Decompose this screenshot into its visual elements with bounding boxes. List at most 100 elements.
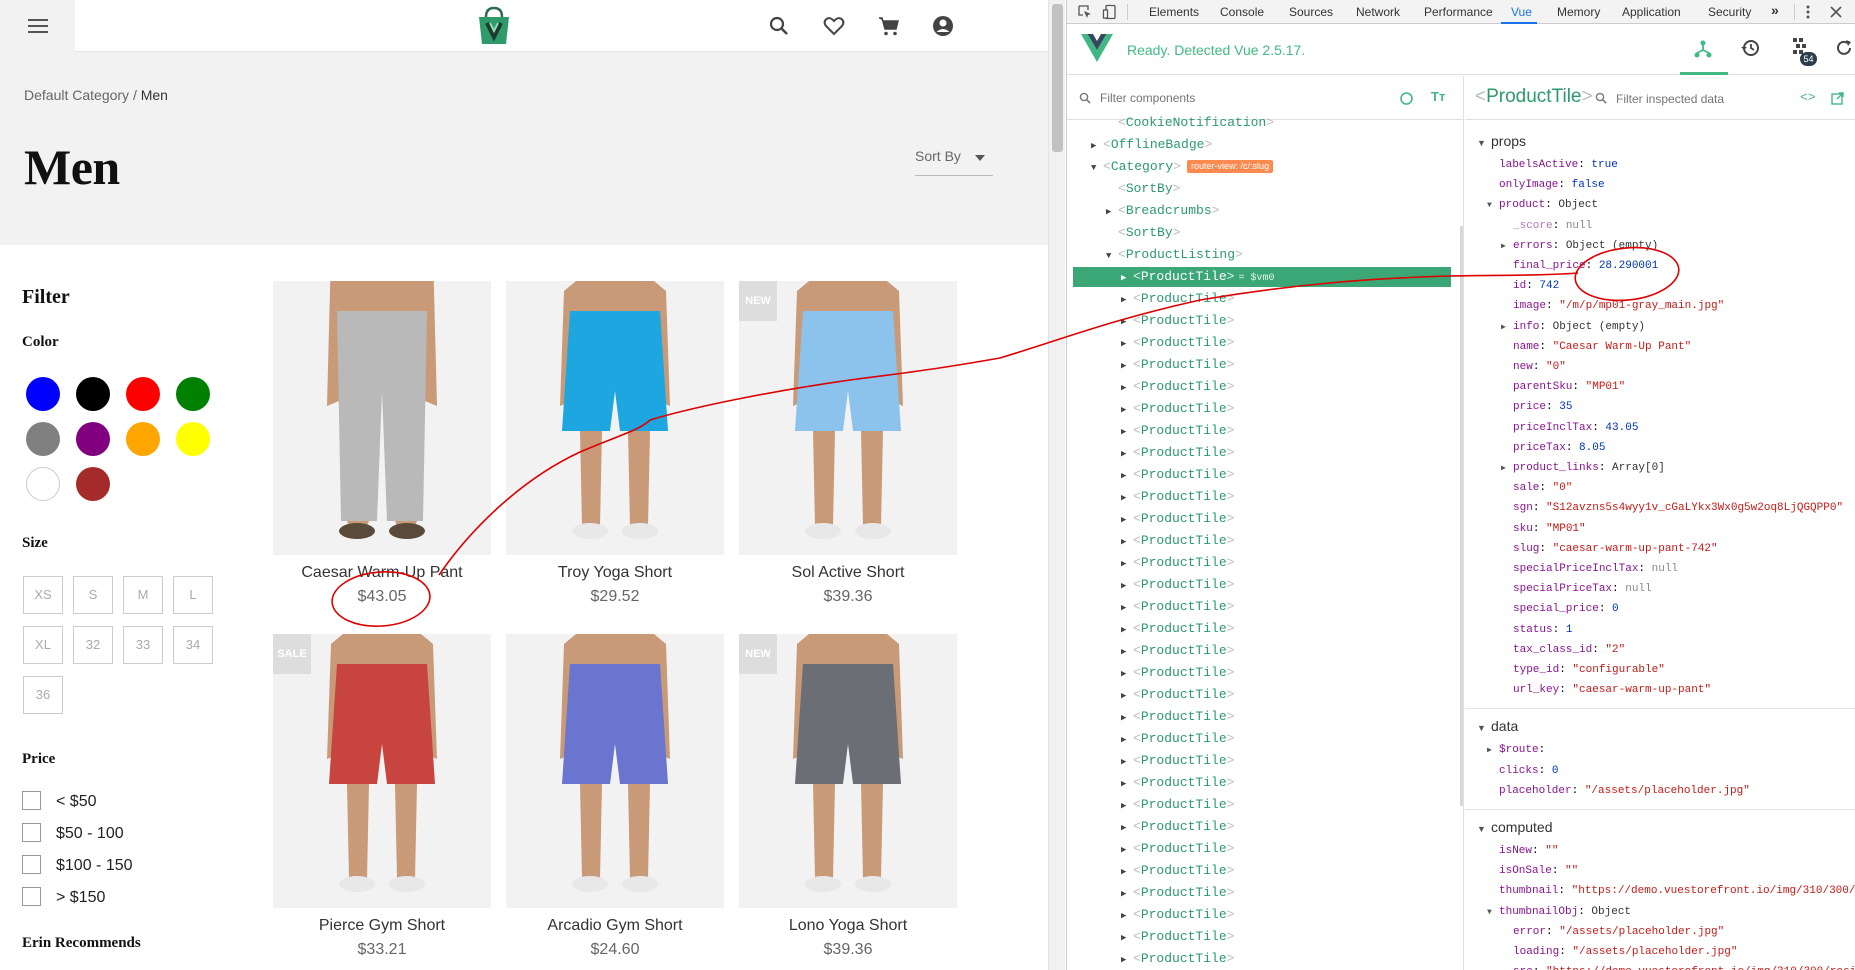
refresh-icon[interactable] (1835, 39, 1853, 57)
color-swatch[interactable] (176, 422, 210, 456)
expand-triangle-icon[interactable]: ▶ (1121, 466, 1133, 486)
component-tree-node[interactable]: ▶ <OfflineBadge> (1091, 135, 1212, 155)
component-tree-node[interactable]: ▶ <ProductTile> (1121, 487, 1234, 507)
product-image[interactable]: NEW (739, 634, 957, 908)
color-swatch[interactable] (26, 422, 60, 456)
expand-triangle-icon[interactable]: ▶ (1487, 742, 1499, 759)
expand-triangle-icon[interactable]: ▶ (1121, 378, 1133, 398)
product-name[interactable]: Lono Yoga Short (739, 917, 957, 935)
component-tree-node[interactable]: ▶ <ProductTile> (1121, 531, 1234, 551)
color-swatch[interactable] (26, 377, 60, 411)
color-swatch[interactable] (176, 377, 210, 411)
product-image[interactable]: NEW (739, 281, 957, 555)
state-property[interactable]: ▶ $route: (1487, 742, 1545, 759)
cart-icon[interactable] (877, 14, 901, 38)
component-tree-node[interactable]: ▶ <ProductTile> (1121, 685, 1234, 705)
devtools-tab-application[interactable]: Application (1622, 5, 1681, 19)
expand-triangle-icon[interactable]: ▶ (1121, 510, 1133, 530)
component-tree-node[interactable]: ▶ <ProductTile> (1121, 597, 1234, 617)
select-component-icon[interactable] (1399, 91, 1414, 106)
component-tree-node[interactable]: ▼ <ProductListing> (1106, 245, 1243, 265)
component-tree-node[interactable]: ▶ <ProductTile> (1121, 465, 1234, 485)
product-image[interactable] (273, 281, 491, 555)
size-option-34[interactable]: 34 (173, 626, 213, 664)
expand-triangle-icon[interactable]: ▶ (1121, 818, 1133, 838)
page-scrollbar[interactable] (1048, 0, 1065, 970)
component-tree-node[interactable]: <CookieNotification> (1106, 113, 1274, 133)
product-image[interactable] (506, 281, 724, 555)
state-property[interactable]: ▼ thumbnailObj: Object (1487, 904, 1631, 921)
collapse-triangle-icon[interactable]: ▼ (1477, 718, 1491, 738)
component-tree-node[interactable]: ▶ <ProductTile> (1121, 949, 1234, 969)
component-tree-node[interactable]: ▶ <ProductTile> = $vm0 (1073, 267, 1451, 287)
expand-triangle-icon[interactable]: ▶ (1501, 319, 1513, 336)
expand-triangle-icon[interactable]: ▶ (1121, 356, 1133, 376)
component-tree-node[interactable]: <SortBy> (1106, 179, 1180, 199)
component-tree-node[interactable]: ▶ <ProductTile> (1121, 729, 1234, 749)
expand-triangle-icon[interactable]: ▶ (1121, 576, 1133, 596)
component-tree-node[interactable]: ▶ <ProductTile> (1121, 707, 1234, 727)
expand-triangle-icon[interactable]: ▶ (1121, 532, 1133, 552)
devtools-tab-console[interactable]: Console (1220, 5, 1264, 19)
devtools-tab-performance[interactable]: Performance (1424, 5, 1493, 19)
collapse-triangle-icon[interactable]: ▼ (1106, 246, 1118, 266)
component-tree-node[interactable]: ▶ <ProductTile> (1121, 311, 1234, 331)
expand-triangle-icon[interactable]: ▶ (1106, 202, 1118, 222)
inspector-section-data[interactable]: ▼ data (1477, 716, 1518, 736)
component-tree-node[interactable]: ▶ <ProductTile> (1121, 333, 1234, 353)
inspector-section-computed[interactable]: ▼ computed (1477, 817, 1552, 837)
tree-scrollbar[interactable] (1460, 226, 1463, 806)
size-option-32[interactable]: 32 (73, 626, 113, 664)
component-tree-node[interactable]: ▶ <ProductTile> (1121, 795, 1234, 815)
expand-triangle-icon[interactable]: ▶ (1121, 884, 1133, 904)
expand-triangle-icon[interactable]: ▶ (1121, 620, 1133, 640)
expand-triangle-icon[interactable]: ▶ (1121, 598, 1133, 618)
product-name[interactable]: Arcadio Gym Short (506, 917, 724, 935)
component-tree-node[interactable]: ▶ <ProductTile> (1121, 861, 1234, 881)
expand-triangle-icon[interactable]: ▶ (1121, 400, 1133, 420)
devtools-tab-network[interactable]: Network (1356, 5, 1400, 19)
expand-triangle-icon[interactable]: ▶ (1121, 730, 1133, 750)
collapse-triangle-icon[interactable]: ▼ (1091, 158, 1103, 178)
expand-triangle-icon[interactable]: ▶ (1121, 290, 1133, 310)
account-icon[interactable] (931, 14, 955, 38)
component-tree-node[interactable]: ▶ <ProductTile> (1121, 663, 1234, 683)
component-tree-node[interactable]: ▶ <ProductTile> (1121, 927, 1234, 947)
inspect-element-icon[interactable] (1077, 4, 1093, 20)
expand-triangle-icon[interactable]: ▶ (1091, 136, 1103, 156)
device-toolbar-icon[interactable] (1102, 4, 1118, 20)
collapse-triangle-icon[interactable]: ▼ (1487, 197, 1499, 214)
component-tree-node[interactable]: ▶ <ProductTile> (1121, 377, 1234, 397)
expand-triangle-icon[interactable]: ▶ (1121, 554, 1133, 574)
open-in-new-window-icon[interactable] (1831, 92, 1844, 105)
component-tree-node[interactable]: ▼ <Category> router-view: /c/:slug (1091, 157, 1274, 178)
more-tabs-button[interactable]: » (1771, 2, 1779, 18)
expand-triangle-icon[interactable]: ▶ (1121, 752, 1133, 772)
expand-triangle-icon[interactable]: ▶ (1121, 686, 1133, 706)
component-tree-node[interactable]: ▶ <ProductTile> (1121, 289, 1234, 309)
size-option-s[interactable]: S (73, 576, 113, 614)
product-image[interactable] (506, 634, 724, 908)
expand-triangle-icon[interactable]: ▶ (1121, 950, 1133, 970)
component-tree-node[interactable]: ▶ <ProductTile> (1121, 905, 1234, 925)
state-property[interactable]: ▶ info: Object (empty) (1501, 319, 1645, 336)
component-tree-node[interactable]: ▶ <ProductTile> (1121, 421, 1234, 441)
expand-triangle-icon[interactable]: ▶ (1121, 928, 1133, 948)
devtools-tab-vue[interactable]: Vue (1511, 5, 1532, 19)
price-range-checkbox[interactable] (22, 855, 41, 874)
product-image[interactable]: SALE (273, 634, 491, 908)
component-tree-node[interactable]: ▶ <ProductTile> (1121, 355, 1234, 375)
color-swatch[interactable] (76, 467, 110, 501)
component-tree-node[interactable]: ▶ <ProductTile> (1121, 839, 1234, 859)
color-swatch[interactable] (76, 377, 110, 411)
inspector-section-props[interactable]: ▼ props (1477, 131, 1526, 151)
component-tree-node[interactable]: ▶ <ProductTile> (1121, 443, 1234, 463)
expand-triangle-icon[interactable]: ▶ (1121, 862, 1133, 882)
expand-triangle-icon[interactable]: ▶ (1121, 444, 1133, 464)
size-option-m[interactable]: M (123, 576, 163, 614)
size-option-xl[interactable]: XL (23, 626, 63, 664)
kebab-menu-icon[interactable] (1805, 4, 1811, 20)
wishlist-heart-icon[interactable] (822, 14, 846, 38)
expand-triangle-icon[interactable]: ▶ (1121, 422, 1133, 442)
component-tree-node[interactable]: ▶ <ProductTile> (1121, 509, 1234, 529)
